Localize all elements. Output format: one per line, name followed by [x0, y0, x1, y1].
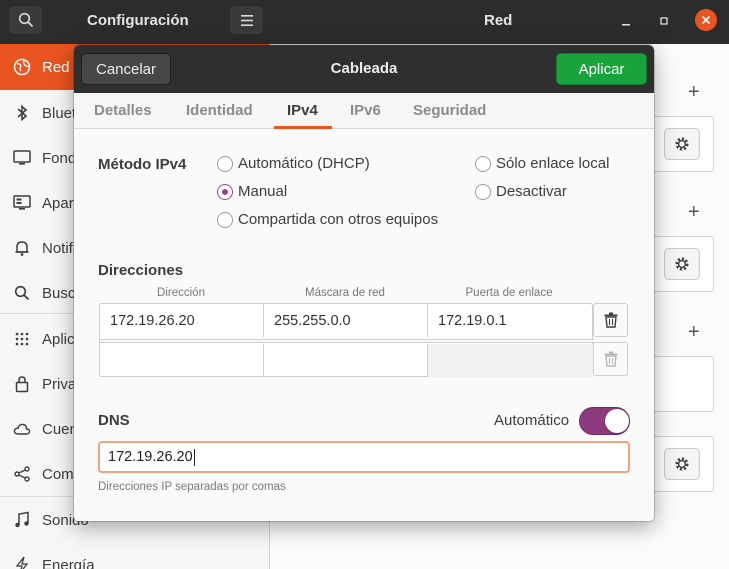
- new-address-input[interactable]: [100, 344, 264, 377]
- radio-shared[interactable]: Compartida con otros equipos: [217, 211, 438, 228]
- delete-address-button[interactable]: [593, 303, 628, 337]
- tab-ipv6[interactable]: IPv6: [350, 102, 381, 119]
- dns-hint: Direcciones IP separadas por comas: [98, 481, 286, 493]
- apps-grid-icon: [12, 329, 32, 349]
- gear-icon: [675, 137, 689, 151]
- column-header-gateway: Puerta de enlace: [465, 287, 553, 299]
- add-proxy-button[interactable]: +: [688, 321, 700, 344]
- settings-title: Configuración: [87, 12, 189, 29]
- sidebar-item-label: Red: [42, 58, 70, 76]
- wired-connection-dialog: Cancelar Cableada Aplicar Detalles Ident…: [74, 45, 654, 521]
- radio-indicator[interactable]: [475, 155, 491, 172]
- power-icon: [12, 555, 32, 569]
- dns-auto-toggle[interactable]: [579, 407, 630, 435]
- search-button[interactable]: [9, 6, 42, 34]
- netmask-input[interactable]: 255.255.0.0: [264, 304, 428, 337]
- background-display-icon: [12, 148, 32, 168]
- radio-label: Compartida con otros equipos: [238, 211, 439, 228]
- hamburger-menu-button[interactable]: [230, 6, 263, 34]
- trash-icon: [604, 351, 617, 367]
- tab-detalles[interactable]: Detalles: [94, 102, 152, 119]
- dns-servers-input[interactable]: 172.19.26.20: [98, 441, 630, 473]
- sidebar-item-energia[interactable]: Energía: [0, 542, 269, 569]
- radio-label: Desactivar: [496, 183, 567, 200]
- delete-empty-row-button: [593, 342, 628, 376]
- extra-settings-button[interactable]: [664, 448, 700, 480]
- dns-input-value: 172.19.26.20: [108, 449, 193, 465]
- ipv4-method-label: Método IPv4: [98, 156, 187, 173]
- radio-dhcp[interactable]: Automático (DHCP): [217, 155, 370, 172]
- radio-indicator[interactable]: [475, 183, 491, 200]
- music-note-icon: [12, 510, 32, 530]
- vpn-settings-button[interactable]: [664, 248, 700, 280]
- panel-title: Red: [484, 12, 513, 29]
- column-header-netmask: Máscara de red: [305, 287, 385, 299]
- network-globe-icon: [12, 57, 32, 77]
- share-icon: [12, 464, 32, 484]
- sidebar-item-label: Cuen: [42, 420, 78, 438]
- close-icon: [701, 15, 711, 25]
- row-divider: [100, 339, 594, 343]
- apply-button[interactable]: Aplicar: [556, 53, 647, 85]
- radio-indicator[interactable]: [217, 183, 233, 200]
- tab-identidad[interactable]: Identidad: [186, 102, 253, 119]
- radio-label: Sólo enlace local: [496, 155, 610, 172]
- new-gateway-input: [428, 344, 593, 377]
- sidebar-item-label: Energía: [42, 556, 95, 569]
- gear-icon: [675, 257, 689, 271]
- dns-auto-label: Automático: [494, 412, 570, 429]
- maximize-icon: [660, 17, 668, 25]
- toggle-knob: [605, 409, 629, 433]
- text-cursor: [193, 448, 195, 466]
- maximize-button[interactable]: [653, 10, 675, 32]
- radio-indicator[interactable]: [217, 155, 233, 172]
- lock-icon: [12, 374, 32, 394]
- appearance-icon: [12, 193, 32, 213]
- radio-indicator[interactable]: [217, 211, 233, 228]
- search-icon: [18, 12, 33, 28]
- proxy-card: [650, 356, 714, 412]
- radio-disable[interactable]: Desactivar: [475, 183, 567, 200]
- new-netmask-input[interactable]: [264, 344, 428, 377]
- addresses-table: 172.19.26.20 255.255.0.0 172.19.0.1: [99, 303, 594, 377]
- tab-seguridad[interactable]: Seguridad: [413, 102, 486, 119]
- hamburger-menu-icon: [240, 14, 253, 26]
- cloud-icon: [12, 419, 32, 439]
- column-header-address: Dirección: [157, 287, 205, 299]
- addresses-label: Direcciones: [98, 262, 184, 279]
- bluetooth-icon: [12, 103, 32, 123]
- minimize-icon: [622, 24, 630, 26]
- active-tab-indicator: [274, 126, 332, 129]
- minimize-button[interactable]: [615, 10, 637, 32]
- add-connection-button[interactable]: +: [688, 81, 700, 104]
- address-input[interactable]: 172.19.26.20: [100, 304, 264, 337]
- bell-icon: [12, 238, 32, 258]
- connection-settings-button[interactable]: [664, 128, 700, 160]
- dns-label: DNS: [98, 412, 130, 429]
- tab-ipv4[interactable]: IPv4: [287, 102, 318, 119]
- radio-manual[interactable]: Manual: [217, 183, 287, 200]
- dialog-header: Cancelar Cableada Aplicar: [74, 45, 654, 93]
- sidebar-item-label: Apari: [42, 194, 78, 212]
- radio-label: Automático (DHCP): [238, 155, 370, 172]
- close-button[interactable]: [695, 9, 717, 31]
- add-vpn-button[interactable]: +: [688, 201, 700, 224]
- gear-icon: [675, 457, 689, 471]
- radio-link-local[interactable]: Sólo enlace local: [475, 155, 609, 172]
- trash-icon: [604, 312, 617, 328]
- window-titlebar: Configuración Red: [0, 0, 729, 44]
- gateway-input[interactable]: 172.19.0.1: [428, 304, 593, 337]
- search-icon: [12, 283, 32, 303]
- radio-label: Manual: [238, 183, 288, 200]
- dialog-tabs: Detalles Identidad IPv4 IPv6 Seguridad: [74, 93, 654, 129]
